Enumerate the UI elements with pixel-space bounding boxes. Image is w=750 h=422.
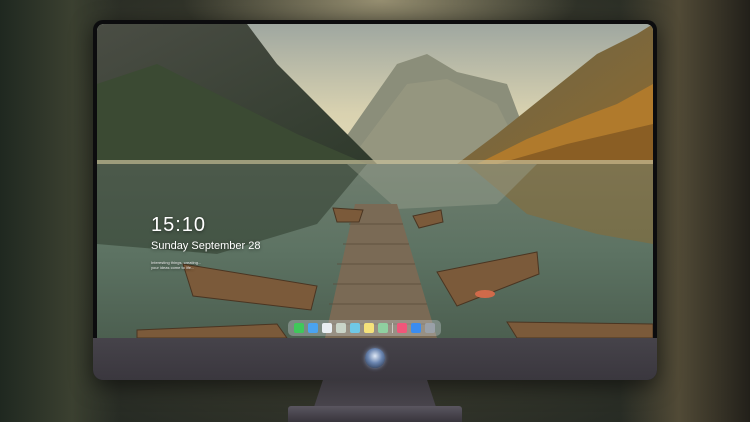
- brand-logo-icon: [365, 348, 385, 368]
- notes-icon[interactable]: [364, 323, 374, 333]
- finder-icon[interactable]: [308, 323, 318, 333]
- lock-screen-notice: Interesting things, creating... your ide…: [151, 260, 271, 270]
- dock-separator: [392, 323, 393, 333]
- monitor-chin: [93, 338, 657, 380]
- music-icon[interactable]: [397, 323, 407, 333]
- imac-monitor: 15:10 Sunday September 28 Interesting th…: [93, 20, 657, 380]
- safari-icon[interactable]: [322, 323, 332, 333]
- lock-screen-date: Sunday September 28: [151, 240, 261, 252]
- notice-line-2: your ideas come to life...: [151, 265, 195, 270]
- messages-icon[interactable]: [294, 323, 304, 333]
- system-settings-icon[interactable]: [425, 323, 435, 333]
- preview-icon[interactable]: [336, 323, 346, 333]
- monitor-stand-base: [288, 406, 462, 422]
- claquette-icon[interactable]: [350, 323, 360, 333]
- app-store-icon[interactable]: [411, 323, 421, 333]
- photos-icon[interactable]: [378, 323, 388, 333]
- lock-screen-clock: 15:10: [151, 214, 207, 236]
- dock: [288, 320, 441, 336]
- desktop-screen: 15:10 Sunday September 28 Interesting th…: [97, 24, 653, 338]
- wallpaper-lake-landscape: [97, 24, 653, 338]
